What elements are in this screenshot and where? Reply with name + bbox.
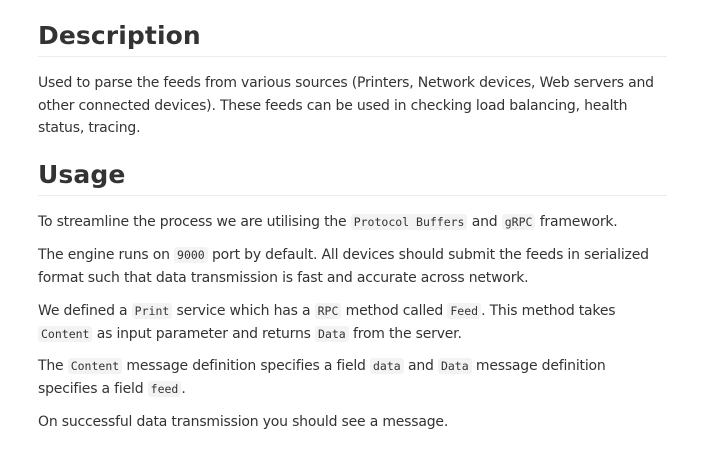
text: The engine runs on — [38, 247, 175, 263]
text: To streamline the process we are utilisi… — [38, 214, 351, 230]
inline-code: Data — [437, 358, 472, 374]
description-paragraph: Used to parse the feeds from various sou… — [38, 75, 654, 136]
inline-code: data — [369, 358, 404, 374]
usage-section: Usage To streamline the process we are u… — [38, 159, 667, 430]
usage-paragraph-3: We defined a Print service which has a R… — [38, 300, 667, 345]
usage-paragraph-1: To streamline the process we are utilisi… — [38, 211, 667, 234]
description-heading: Description — [38, 20, 667, 57]
text: as input parameter and returns — [92, 325, 316, 342]
inline-code: Feed — [447, 303, 482, 319]
inline-code: Data — [315, 325, 349, 342]
usage-paragraph-5: On successful data transmission you shou… — [38, 414, 449, 430]
text: from the server. — [348, 325, 462, 342]
text: and — [403, 358, 438, 374]
inline-code: Protocol Buffers — [350, 214, 468, 230]
inline-code: RPC — [314, 303, 342, 319]
document: Description Used to parse the feeds from… — [0, 0, 703, 457]
description-section: Description Used to parse the feeds from… — [38, 20, 667, 136]
text: message definition specifies a field — [122, 358, 370, 374]
text: The — [38, 358, 68, 374]
text: . This method takes — [481, 303, 616, 319]
text: method called — [341, 303, 448, 319]
text: service which has a — [172, 303, 315, 319]
inline-code: gRPC — [501, 214, 536, 230]
usage-heading: Usage — [38, 159, 667, 196]
inline-code: 9000 — [174, 247, 208, 263]
inline-code: Print — [131, 303, 173, 319]
usage-paragraph-2: The engine runs on 9000 port by default.… — [38, 244, 667, 289]
text: . — [181, 380, 186, 397]
usage-paragraph-4: The Content message definition specifies… — [38, 355, 667, 400]
text: and — [467, 214, 502, 230]
inline-code: Content — [38, 325, 93, 342]
text: We defined a — [38, 303, 132, 319]
inline-code: Content — [67, 358, 123, 374]
inline-code: feed — [147, 380, 182, 397]
text: framework. — [535, 214, 618, 230]
